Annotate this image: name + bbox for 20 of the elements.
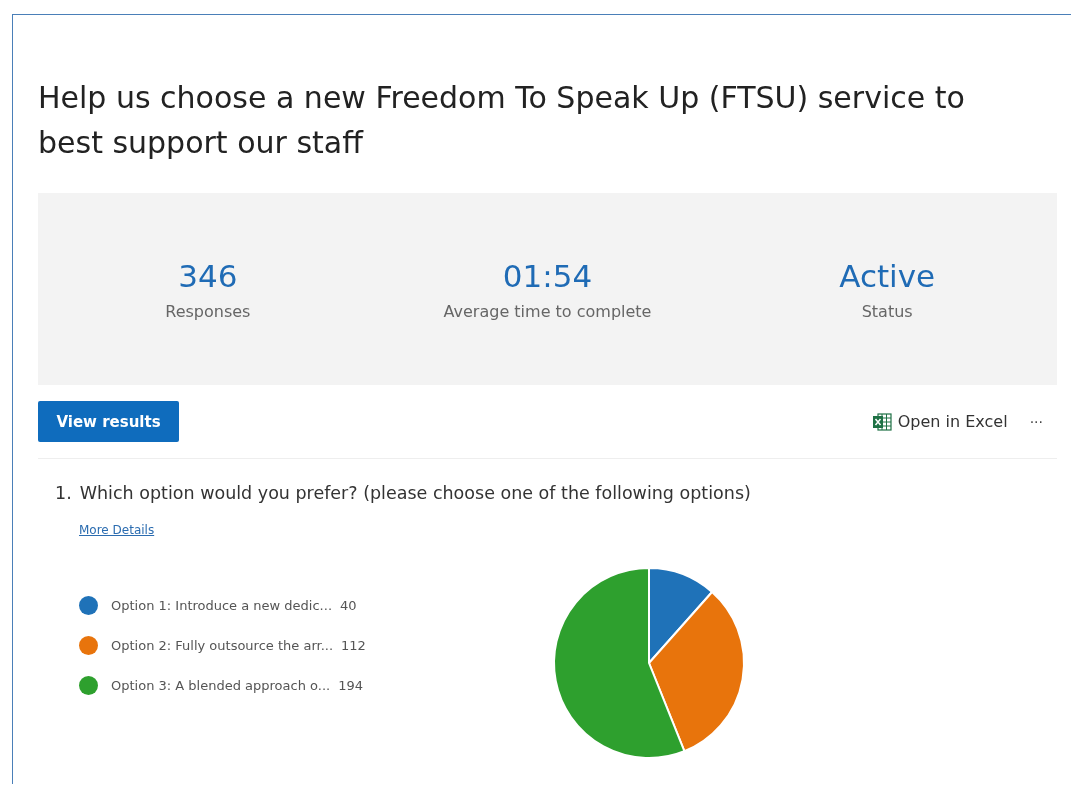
- legend-count: 40: [340, 598, 357, 613]
- view-results-button[interactable]: View results: [38, 401, 179, 442]
- more-button[interactable]: ···: [1029, 413, 1043, 430]
- stat-label: Status: [860, 301, 914, 321]
- legend-count: 194: [338, 678, 363, 693]
- stat-value: Active: [838, 257, 937, 294]
- legend-count: 112: [341, 638, 366, 653]
- stat-label: Average time to complete: [442, 301, 653, 321]
- question-number: 1.: [55, 483, 72, 503]
- legend-label: Option 3: A blended approach o...: [111, 678, 331, 693]
- legend-label: Option 2: Fully outsource the arr...: [111, 638, 334, 653]
- stat-value: 01:54: [501, 257, 594, 294]
- open-in-excel-button[interactable]: Open in Excel: [871, 412, 1008, 431]
- question-text: Which option would you prefer? (please choose one of the following options): [79, 483, 751, 503]
- stat-label: Responses: [164, 301, 252, 321]
- more-details-link[interactable]: More Details: [79, 523, 155, 537]
- legend-label: Option 1: Introduce a new dedic...: [111, 598, 332, 613]
- spreadsheet-icon: [871, 412, 892, 431]
- form-title: Help us choose a new Freedom To Speak Up (FTSU) service to best support our staff: [38, 79, 966, 162]
- stat-value: 346: [177, 257, 239, 294]
